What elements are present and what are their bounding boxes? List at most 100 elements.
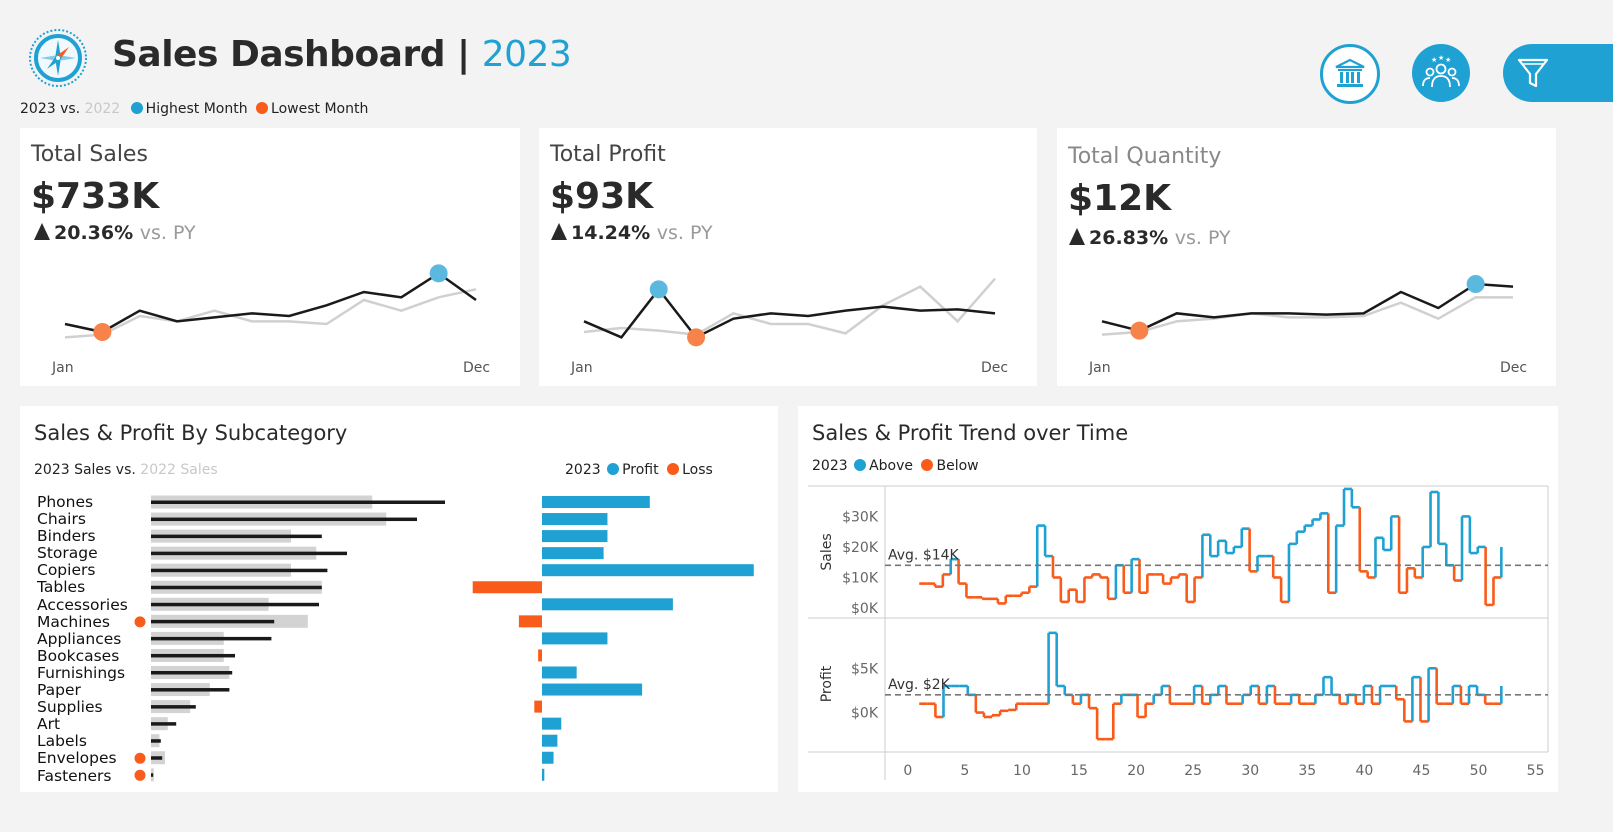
sales-2023-bar — [151, 551, 347, 556]
lowest-month-dot — [687, 328, 706, 347]
svg-text:★: ★ — [1445, 56, 1451, 64]
highest-month-dot — [649, 280, 668, 299]
sales-2023-bar — [151, 653, 235, 658]
x-tick-label: 5 — [960, 763, 969, 779]
bank-button[interactable] — [1320, 44, 1380, 104]
sales-2023-bar — [151, 619, 275, 624]
profit-sparkline — [583, 277, 996, 347]
sales-2023-bar — [151, 688, 230, 692]
sales-axis-label: Sales — [819, 533, 835, 570]
x-tick-label: 25 — [1184, 763, 1202, 779]
sales-2023-bar — [151, 671, 233, 675]
subcategory-card: Sales & Profit By Subcategory 2023 Sales… — [20, 406, 778, 792]
svg-text:★: ★ — [1431, 56, 1437, 64]
svg-text:★: ★ — [1438, 55, 1444, 62]
people-button[interactable]: ★ ★ ★ — [1412, 44, 1470, 102]
people-icon: ★ ★ ★ — [1422, 55, 1460, 88]
x-tick-label: 50 — [1470, 763, 1488, 779]
x-tick-label: 30 — [1241, 763, 1259, 779]
x-tick-label: 45 — [1413, 763, 1431, 779]
filter-button[interactable] — [1503, 44, 1613, 102]
legend-lowest: Lowest Month — [271, 101, 369, 117]
profit-average-label: Avg. $2K — [888, 677, 951, 693]
current-year-line — [1101, 282, 1514, 332]
profit-bar — [542, 564, 754, 577]
axis-start: Jan — [1089, 360, 1111, 376]
axis-end: Dec — [463, 360, 491, 376]
sales-2023-bar — [151, 773, 154, 777]
highest-month-dot — [1466, 275, 1485, 293]
profit-bar — [542, 751, 554, 764]
legend-current-year: 2023 — [20, 101, 56, 117]
sales-2023-bar — [151, 705, 196, 709]
profit-bar — [542, 598, 673, 611]
subcategory-chart — [134, 495, 754, 782]
sales-average-label: Avg. $14K — [888, 547, 960, 563]
previous-year-line — [1101, 296, 1513, 336]
kpi-card-quantity: Total Quantity $12K 26.83% vs. PY Jan De… — [1057, 128, 1556, 386]
x-tick-label: 15 — [1070, 763, 1088, 779]
sales-2023-bar — [151, 500, 445, 504]
sales-2023-bar — [151, 568, 328, 573]
sales-2023-bar — [151, 602, 319, 607]
highest-month-dot — [429, 264, 448, 283]
x-tick-label: 0 — [903, 763, 912, 779]
axis-start: Jan — [571, 360, 593, 376]
legend-previous-year: 2022 — [84, 101, 121, 117]
profit-bar — [542, 632, 608, 645]
lowest-month-dot — [1130, 321, 1149, 340]
x-tick-label: 20 — [1127, 763, 1145, 779]
profit-bar — [542, 717, 562, 730]
highest-dot-icon — [130, 102, 143, 114]
loss-bar — [472, 581, 542, 594]
trend-chart: 0 5 10 15 20 25 30 35 40 45 50 55 Sales Profit $0K $10K… — [808, 485, 1549, 780]
previous-year-line — [64, 288, 477, 339]
sales-2023-bar — [151, 517, 417, 522]
sales-tick-label: $10K — [842, 570, 879, 586]
sales-tick-label: $0K — [851, 601, 879, 617]
loss-bar — [538, 649, 542, 662]
profit-bar — [542, 666, 577, 679]
loss-marker-dot — [134, 752, 146, 764]
trend-card: Sales & Profit Trend over Time 2023 Abov… — [798, 406, 1558, 792]
x-tick-label: 10 — [1013, 763, 1031, 779]
loss-marker-dot — [134, 769, 146, 781]
sales-2023-bar — [151, 534, 322, 539]
axis-end: Dec — [1500, 360, 1528, 376]
sales-2023-bar — [151, 585, 322, 590]
x-tick-label: 40 — [1355, 763, 1373, 779]
sales-2023-bar — [151, 739, 161, 743]
profit-bar — [542, 513, 608, 526]
title-text: Sales Dashboard | — [112, 34, 470, 75]
axis-end: Dec — [981, 360, 1009, 376]
quantity-sparkline — [1101, 275, 1514, 340]
title-year: 2023 — [481, 34, 572, 75]
sales-2023-bar — [151, 756, 163, 760]
loss-marker-dot — [134, 616, 146, 628]
profit-bar — [542, 530, 608, 543]
header-legend: 2023 vs. 2022 Highest Month Lowest Month — [20, 101, 368, 117]
kpi-card-sales: Total Sales $733K 20.36% vs. PY Jan Dec — [20, 128, 520, 386]
sales-sparkline — [64, 264, 477, 341]
legend-vs: vs. — [60, 101, 81, 117]
profit-bar — [542, 768, 545, 781]
kpi-card-profit: Total Profit $93K 14.24% vs. PY Jan Dec — [539, 128, 1037, 386]
loss-bar — [518, 615, 542, 628]
loss-bar — [534, 700, 542, 713]
logo — [28, 28, 88, 88]
x-tick-label: 35 — [1298, 763, 1316, 779]
axis-start: Jan — [52, 360, 74, 376]
profit-bar — [542, 496, 650, 508]
lowest-dot-icon — [256, 102, 269, 114]
lowest-month-dot — [93, 323, 112, 341]
sales-tick-label: $30K — [842, 509, 879, 525]
filter-icon — [1517, 58, 1549, 88]
sales-2023-bar — [151, 722, 177, 726]
page-title: Sales Dashboard | 2023 — [112, 34, 572, 75]
compass-logo-icon — [29, 29, 87, 87]
profit-tick-label: $0K — [851, 706, 879, 722]
bank-icon — [1335, 58, 1365, 87]
legend-highest: Highest Month — [145, 101, 248, 117]
x-tick-label: 55 — [1527, 763, 1545, 779]
profit-tick-label: $5K — [851, 661, 879, 677]
